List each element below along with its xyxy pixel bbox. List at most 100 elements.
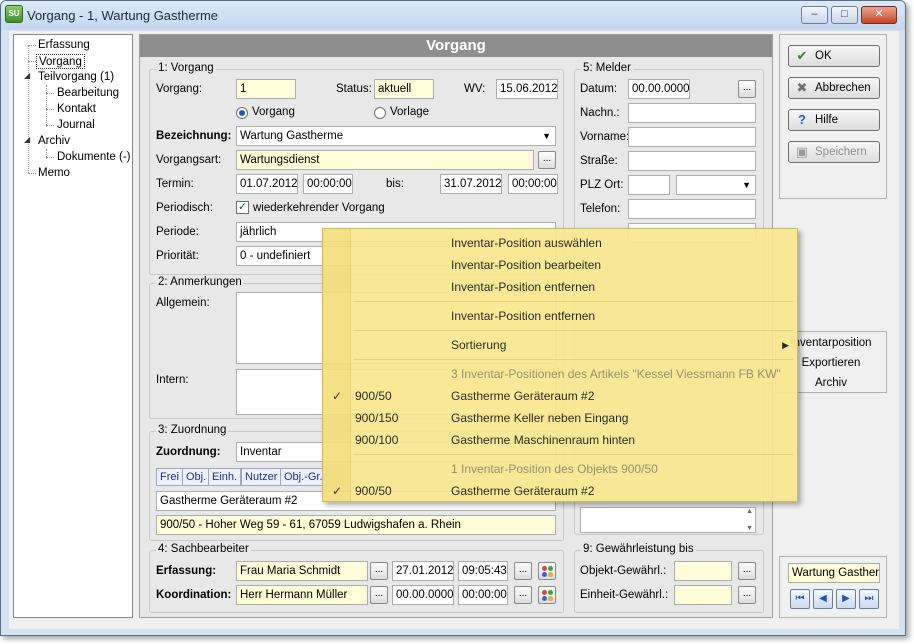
- menu-heading-artikel: 3 Inventar-Positionen des Artikels "Kess…: [451, 367, 781, 381]
- tab-nutzer[interactable]: Nutzer: [241, 468, 282, 486]
- minimize-icon[interactable]: –: [801, 6, 828, 24]
- koordination-date-field[interactable]: 00.00.0000: [392, 585, 454, 605]
- wv-label: WV:: [464, 83, 486, 95]
- strasse-field[interactable]: [628, 151, 756, 171]
- erfassung-select-button[interactable]: ...: [370, 562, 388, 580]
- einheit-gewaehr-button[interactable]: ...: [738, 586, 756, 604]
- plz-field[interactable]: [628, 175, 670, 195]
- floppy-disk-icon: ▣: [795, 144, 809, 159]
- tree-item-erfassung[interactable]: Erfassung: [38, 38, 90, 53]
- vorname-field[interactable]: [628, 127, 756, 147]
- menu-item-sortierung[interactable]: Sortierung ▶: [323, 334, 797, 356]
- bis-date-field[interactable]: 31.07.2012: [440, 174, 502, 194]
- group-title: 2: Anmerkungen: [156, 276, 244, 288]
- termin-date-field[interactable]: 01.07.2012: [236, 174, 298, 194]
- vorgangsart-select-button[interactable]: ...: [538, 151, 556, 169]
- next-record-icon[interactable]: ▶: [836, 589, 856, 609]
- menu-item-position[interactable]: ✓ 900/50 Gastherme Geräteraum #2: [323, 480, 797, 502]
- radio-vorlage[interactable]: [374, 107, 386, 119]
- bezeichnung-combo[interactable]: Wartung Gastherme ▼: [236, 126, 556, 146]
- tree-item-vorgang[interactable]: Vorgang: [36, 54, 85, 69]
- first-record-icon[interactable]: ⏮: [790, 589, 810, 609]
- save-button[interactable]: ▣ Speichern: [788, 141, 880, 163]
- bis-label: bis:: [386, 178, 404, 190]
- checkmark-icon: ✔: [796, 48, 808, 63]
- tree-item-kontakt[interactable]: Kontakt: [57, 102, 96, 117]
- help-button[interactable]: ? Hilfe: [788, 109, 880, 131]
- objekt-gewaehr-button[interactable]: ...: [738, 562, 756, 580]
- koordination-more-button[interactable]: ...: [514, 586, 532, 604]
- radio-vorgang[interactable]: [236, 107, 248, 119]
- status-label: Status:: [336, 83, 372, 95]
- tree-item-dokumente[interactable]: Dokumente (-): [57, 150, 131, 165]
- app-window: SU Vorgang - 1, Wartung Gastherme – □ ✕ …: [0, 0, 906, 636]
- tree-item-journal[interactable]: Journal: [57, 118, 95, 133]
- termin-time-field[interactable]: 00:00:00: [303, 174, 353, 194]
- erfassung-name-field[interactable]: Frau Maria Schmidt: [236, 561, 368, 581]
- group-title: 4: Sachbearbeiter: [156, 543, 251, 555]
- action-buttons: ✔ OK ✖ Abbrechen ? Hilfe ▣ Speichern: [779, 34, 887, 199]
- nachname-field[interactable]: [628, 103, 756, 123]
- vorgang-number-field[interactable]: 1: [236, 79, 296, 99]
- wv-date-field[interactable]: 15.06.2012: [496, 79, 558, 99]
- submenu-arrow-icon: ▶: [782, 340, 789, 350]
- close-icon[interactable]: ✕: [861, 6, 897, 24]
- tree-item-bearbeitung[interactable]: Bearbeitung: [57, 86, 119, 101]
- ok-button[interactable]: ✔ OK: [788, 45, 880, 67]
- expand-arrow-icon[interactable]: ◢: [24, 135, 30, 144]
- vorgangsart-label: Vorgangsart:: [156, 154, 222, 166]
- previous-record-icon[interactable]: ◀: [813, 589, 833, 609]
- bis-time-field[interactable]: 00:00:00: [508, 174, 558, 194]
- erfassung-date-field[interactable]: 27.01.2012: [392, 561, 454, 581]
- erfassung-label: Erfassung:: [156, 565, 217, 577]
- tree-item-archiv[interactable]: Archiv: [38, 134, 70, 149]
- status-field[interactable]: aktuell: [374, 79, 434, 99]
- einheit-gewaehr-label: Einheit-Gewährl.:: [580, 589, 669, 601]
- erfassung-time-field[interactable]: 09:05:43: [458, 561, 508, 581]
- intern-label: Intern:: [156, 374, 189, 386]
- cancel-button[interactable]: ✖ Abbrechen: [788, 77, 880, 99]
- group-gewaehrleistung: 9: Gewährleistung bis: [574, 543, 764, 613]
- strasse-label: Straße:: [580, 155, 618, 167]
- objekt-gewaehr-field[interactable]: [674, 561, 732, 581]
- maximize-icon[interactable]: □: [831, 6, 858, 24]
- title-bar[interactable]: SU Vorgang - 1, Wartung Gastherme – □ ✕: [1, 1, 905, 30]
- menu-item-edit-position[interactable]: Inventar-Position bearbeiten: [323, 254, 797, 276]
- einheit-gewaehr-field[interactable]: [674, 585, 732, 605]
- menu-item-remove-position-2[interactable]: Inventar-Position entfernen: [323, 305, 797, 327]
- tab-obj[interactable]: Obj.: [182, 468, 211, 486]
- group-title: 5: Melder: [581, 62, 633, 74]
- last-record-icon[interactable]: ⏭: [859, 589, 879, 609]
- koordination-contact-icon[interactable]: [538, 586, 556, 604]
- tree-item-memo[interactable]: Memo: [38, 166, 70, 181]
- koordination-label: Koordination:: [156, 589, 232, 601]
- melder-notes-textarea[interactable]: ▲ ▼: [580, 507, 756, 533]
- current-record-field: Wartung Gastherm: [788, 563, 880, 583]
- menu-item-position[interactable]: 900/100 Gastherme Maschinenraum hinten: [323, 429, 797, 451]
- menu-item-position[interactable]: 900/150 Gastherme Keller neben Eingang: [323, 407, 797, 429]
- tree-item-teilvorgang[interactable]: Teilvorgang (1): [38, 70, 114, 85]
- tab-obj-gr[interactable]: Obj.-Gr.: [280, 468, 327, 486]
- objekt-gewaehr-label: Objekt-Gewährl.:: [580, 565, 667, 577]
- datum-select-button[interactable]: ...: [738, 80, 756, 98]
- radio-vorgang-label: Vorgang: [252, 106, 295, 118]
- menu-item-remove-position[interactable]: Inventar-Position entfernen: [323, 276, 797, 298]
- erfassung-contact-icon[interactable]: [538, 562, 556, 580]
- checkmark-icon: ✓: [332, 389, 343, 403]
- expand-arrow-icon[interactable]: ◢: [24, 71, 30, 80]
- menu-item-position[interactable]: ✓ 900/50 Gastherme Geräteraum #2: [323, 385, 797, 407]
- telefon-field[interactable]: [628, 199, 756, 219]
- chevron-down-icon[interactable]: ▼: [742, 176, 751, 194]
- vorgangsart-field[interactable]: Wartungsdienst: [236, 150, 534, 170]
- tab-einh[interactable]: Einh.: [208, 468, 242, 486]
- koordination-time-field[interactable]: 00:00:00: [458, 585, 508, 605]
- koordination-select-button[interactable]: ...: [370, 586, 388, 604]
- erfassung-more-button[interactable]: ...: [514, 562, 532, 580]
- koordination-name-field[interactable]: Herr Hermann Müller: [236, 585, 368, 605]
- tab-frei[interactable]: Frei: [156, 468, 183, 486]
- chevron-down-icon[interactable]: ▼: [542, 127, 551, 145]
- ort-combo[interactable]: ▼: [676, 175, 756, 195]
- periodisch-checkbox[interactable]: ✓: [236, 201, 249, 214]
- datum-field[interactable]: 00.00.0000: [628, 79, 690, 99]
- menu-item-select-position[interactable]: Inventar-Position auswählen: [323, 232, 797, 254]
